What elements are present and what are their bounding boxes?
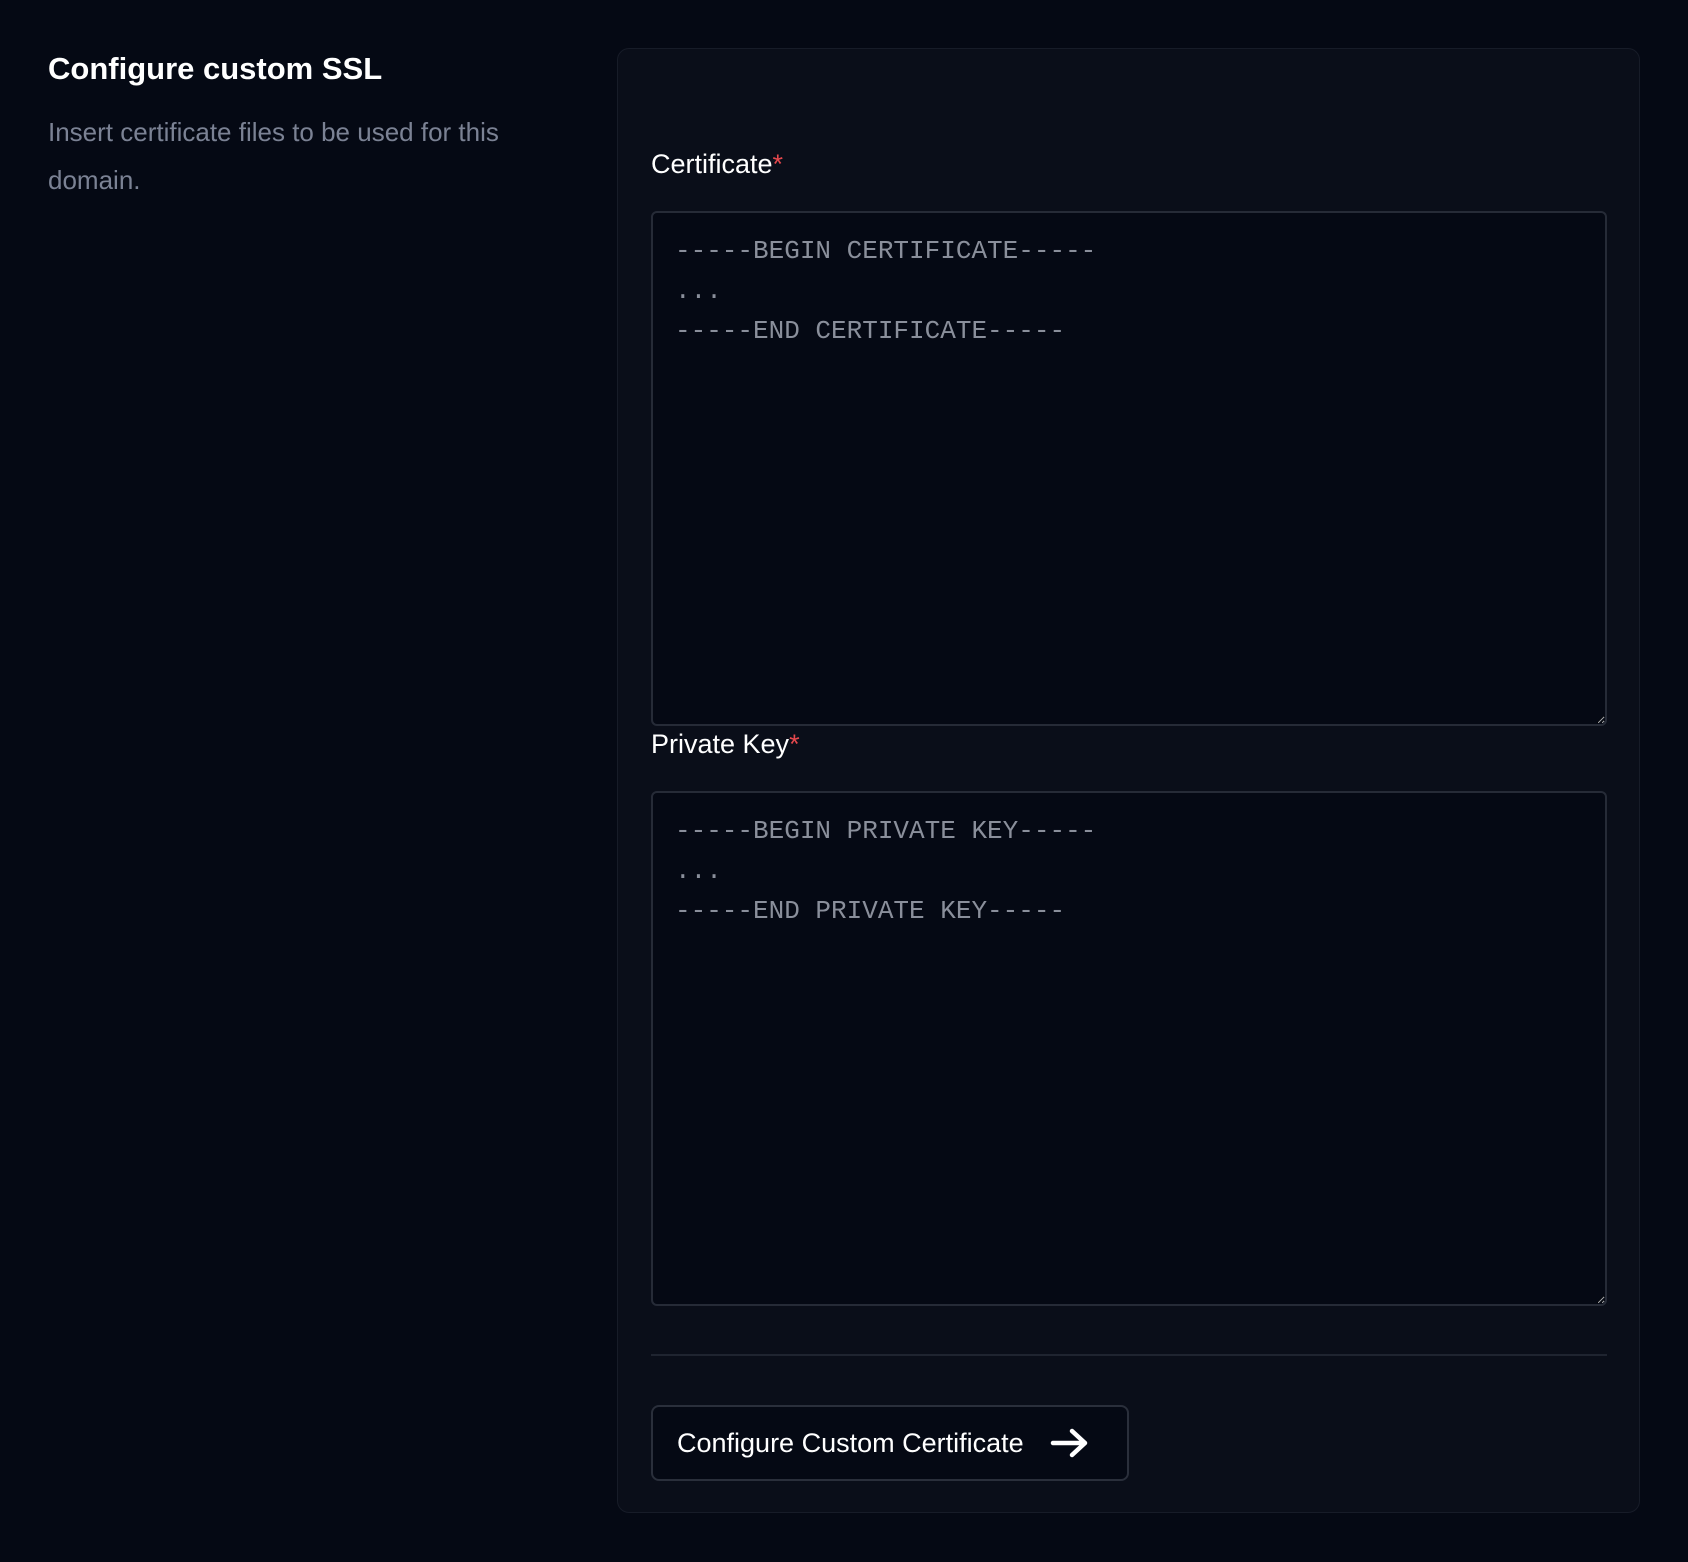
- section-description: Insert certificate files to be used for …: [48, 117, 499, 195]
- divider: [651, 1354, 1607, 1356]
- certificate-label: Certificate*: [651, 147, 783, 181]
- section-title: Configure custom SSL: [48, 51, 383, 86]
- private-key-textarea[interactable]: [651, 791, 1607, 1306]
- configure-certificate-button[interactable]: Configure Custom Certificate: [651, 1405, 1129, 1481]
- private-key-label-text: Private Key: [651, 729, 790, 759]
- page: Configure custom SSL Insert certificate …: [0, 0, 1688, 1562]
- section-intro: Configure custom SSL Insert certificate …: [48, 50, 508, 204]
- required-marker: *: [772, 149, 784, 179]
- private-key-label: Private Key*: [651, 727, 800, 761]
- configure-certificate-button-label: Configure Custom Certificate: [677, 1427, 1024, 1458]
- certificate-label-text: Certificate: [651, 149, 773, 179]
- certificate-textarea[interactable]: [651, 211, 1607, 726]
- arrow-right-icon: [1050, 1427, 1090, 1459]
- ssl-form-card: Certificate* Private Key* Configure Cust…: [617, 48, 1640, 1513]
- required-marker: *: [789, 729, 800, 759]
